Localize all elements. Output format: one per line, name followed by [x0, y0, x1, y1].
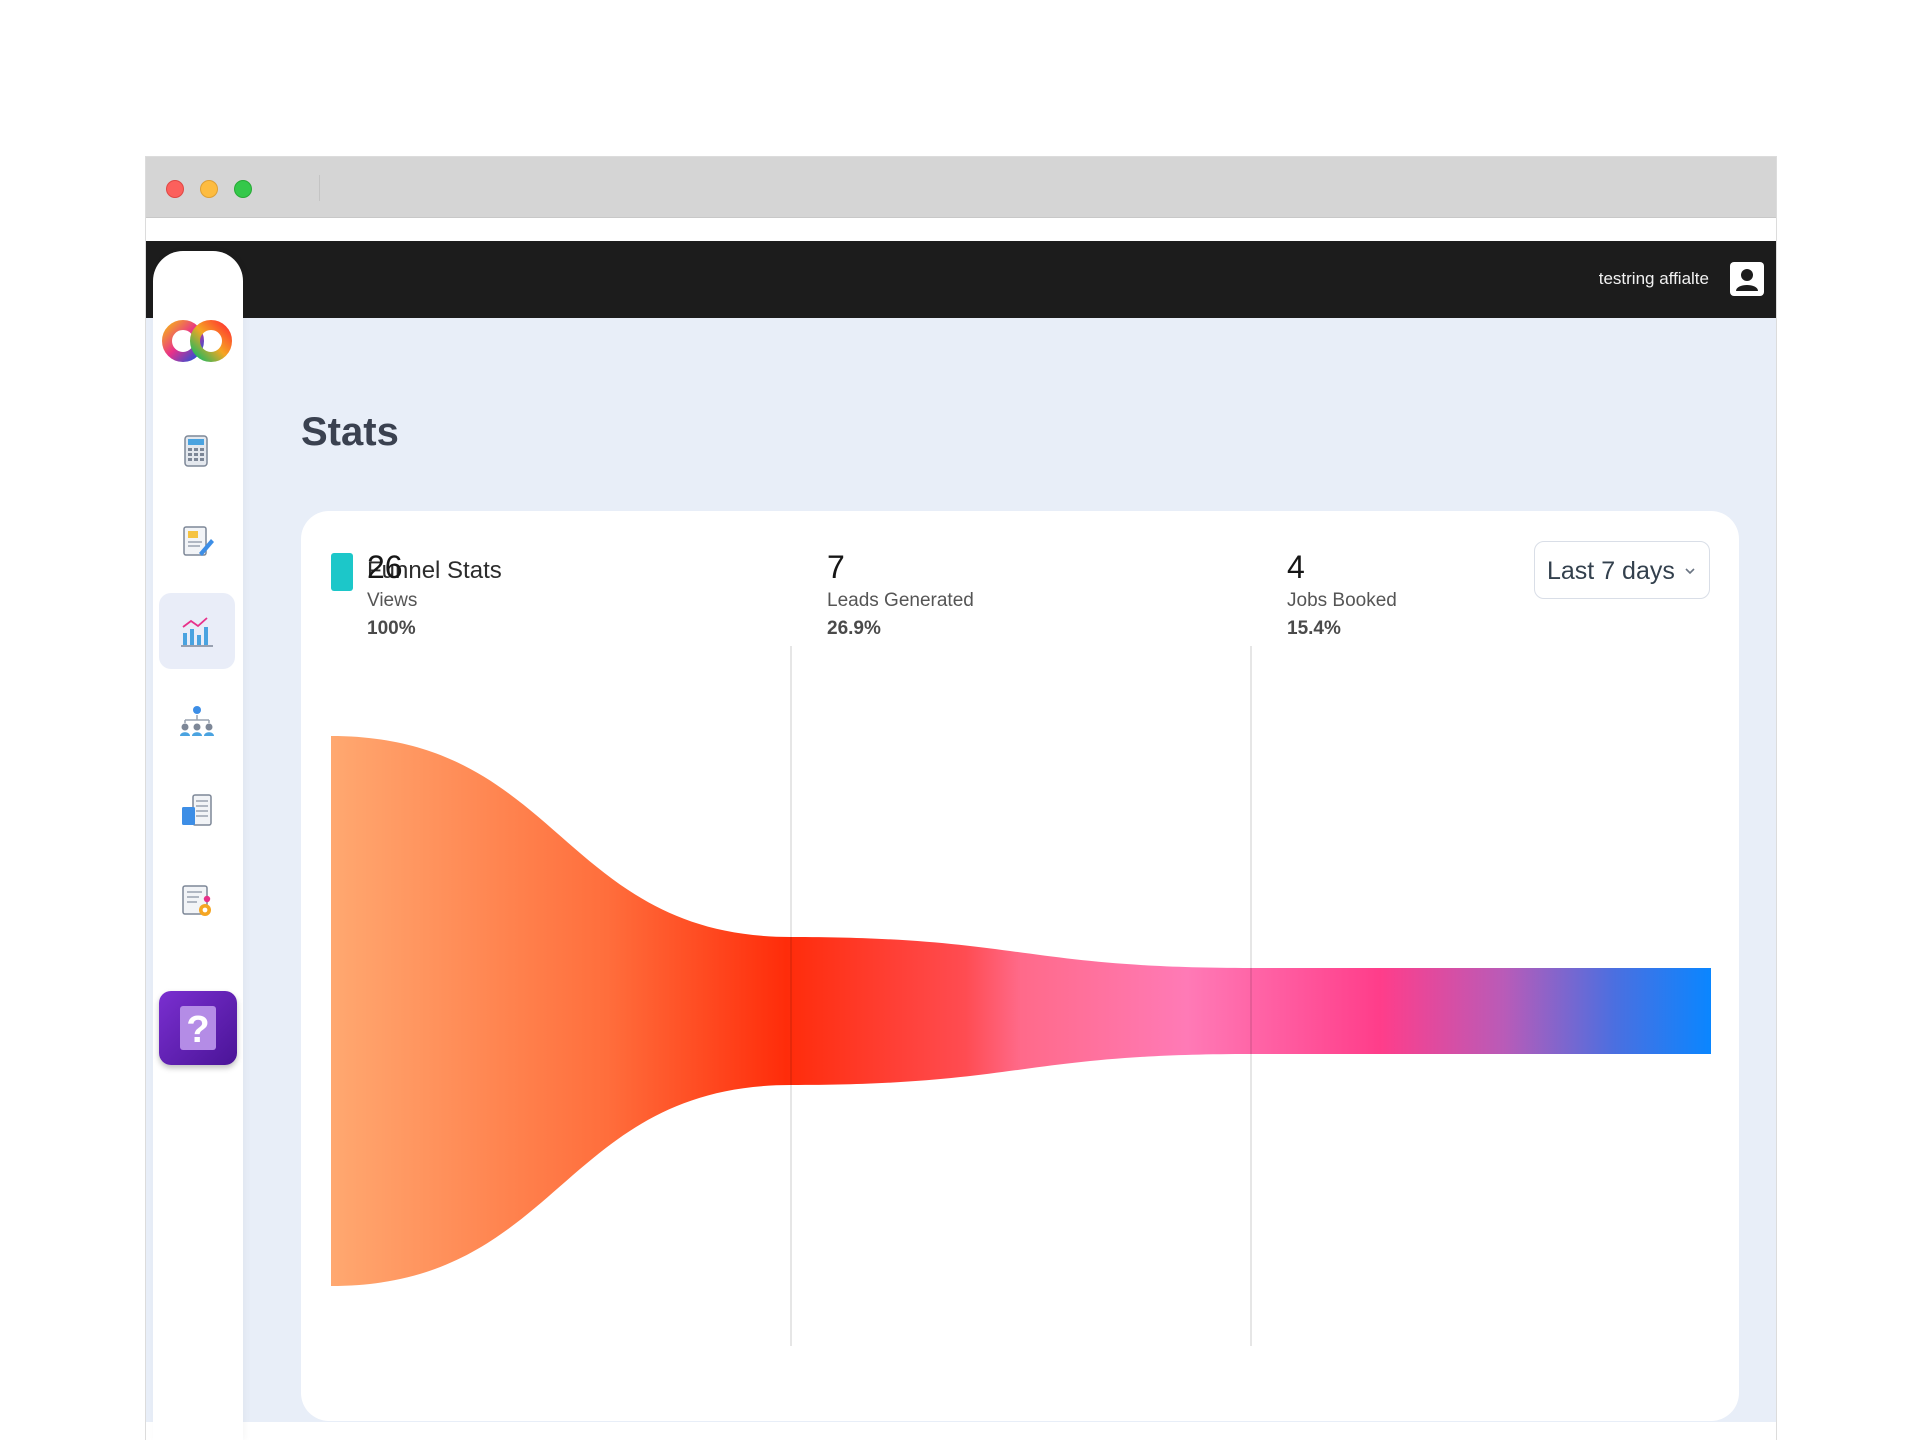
nav-item-calculator[interactable] — [159, 413, 235, 489]
stage-percent: 26.9% — [827, 618, 881, 639]
window-titlebar — [146, 157, 1776, 218]
stage-value: 4 — [1287, 549, 1305, 585]
minimize-window-button[interactable] — [200, 180, 218, 198]
stage-percent: 15.4% — [1287, 618, 1341, 639]
funnel-chart: 26 Views 100% 7 Leads Generated 26.9% 4 Jobs Bo… — [331, 549, 1711, 1346]
page-title: Stats — [301, 410, 399, 454]
stage-label: Jobs Booked — [1287, 590, 1397, 611]
funnel-stats-card: Funnel Stats Last 7 days 26 Views 100% 7… — [301, 511, 1739, 1421]
document-list-icon — [182, 794, 212, 826]
close-window-button[interactable] — [166, 180, 184, 198]
nav-item-team[interactable] — [159, 683, 235, 759]
app-top-bar: testring affialte — [146, 241, 1776, 318]
user-name[interactable]: testring affialte — [1599, 269, 1709, 289]
stage-value: 7 — [827, 549, 845, 585]
stats-chart-icon — [181, 617, 213, 647]
nav-item-documents[interactable] — [159, 773, 235, 849]
funnel-shape — [331, 736, 1711, 1286]
user-avatar-icon[interactable] — [1730, 262, 1764, 296]
stage-value: 26 — [367, 549, 403, 585]
stage-label: Leads Generated — [827, 590, 974, 611]
maximize-window-button[interactable] — [234, 180, 252, 198]
app-logo[interactable] — [159, 313, 235, 369]
nav-item-forms[interactable] — [159, 503, 235, 579]
card-accent-bar — [331, 553, 353, 591]
titlebar-divider — [319, 175, 320, 201]
nav-item-stats[interactable] — [159, 593, 235, 669]
date-range-select[interactable]: Last 7 days — [1534, 541, 1710, 599]
sidebar: ? — [153, 251, 243, 1440]
stage-percent: 100% — [367, 618, 416, 639]
settings-document-icon — [182, 885, 211, 916]
team-network-icon — [180, 706, 214, 736]
help-label: ? — [186, 1009, 209, 1051]
content-bottom-strip — [146, 1422, 1776, 1440]
date-range-value: Last 7 days — [1547, 557, 1675, 585]
browser-window: testring affialte ? Stats Funnel Stats L… — [145, 156, 1777, 1440]
stage-label: Views — [367, 590, 417, 611]
help-button[interactable]: ? — [159, 991, 237, 1065]
question-mark-icon: ? — [180, 1006, 216, 1051]
form-edit-icon — [183, 526, 214, 556]
nav-item-settings[interactable] — [159, 863, 235, 939]
calculator-icon — [184, 435, 208, 467]
chevron-down-icon — [1685, 568, 1695, 575]
